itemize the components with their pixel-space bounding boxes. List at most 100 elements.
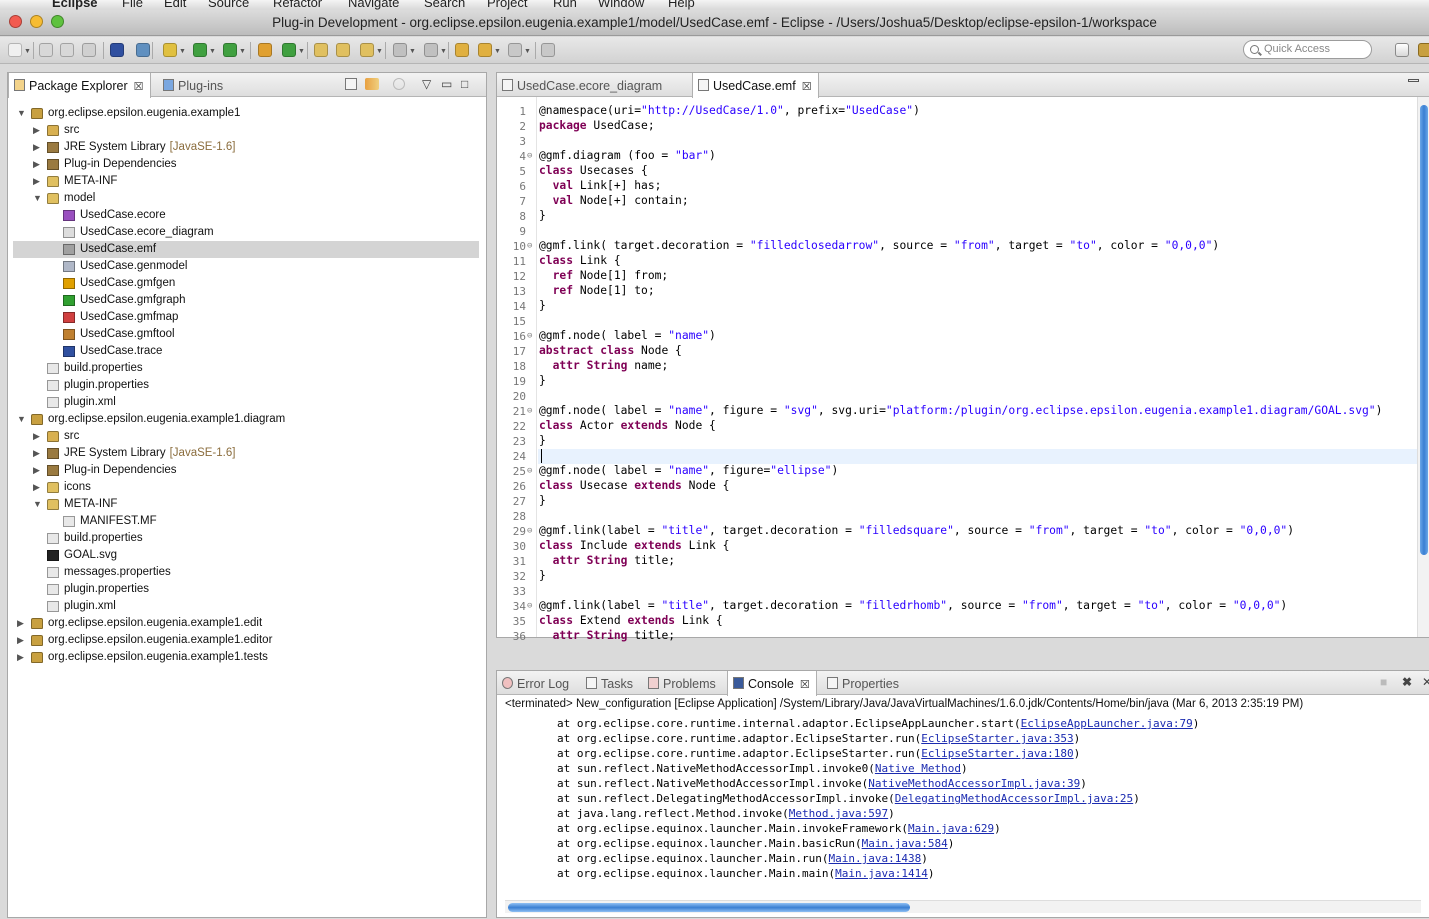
collapsed-twisty-icon[interactable]: ▶ (33, 428, 43, 445)
editor-scroll-thumb[interactable] (1420, 105, 1428, 555)
collapsed-twisty-icon[interactable]: ▶ (17, 649, 27, 666)
tab-properties[interactable]: Properties (822, 671, 905, 695)
tree-item[interactable]: plugin.properties (13, 581, 479, 598)
run-coverage-icon[interactable] (223, 43, 237, 57)
menu-item[interactable]: Eclipse (52, 0, 98, 10)
open-perspective-icon[interactable] (1395, 43, 1409, 57)
tree-item[interactable]: build.properties (13, 360, 479, 377)
dropdown-arrow-icon[interactable]: ▼ (376, 48, 383, 55)
collapsed-twisty-icon[interactable]: ▶ (17, 615, 27, 632)
pin-editor-icon[interactable] (541, 43, 555, 57)
minimize-view-icon[interactable]: ▭ (441, 77, 452, 91)
fold-toggle-icon[interactable]: ⊖ (527, 601, 532, 611)
remove-launch-icon[interactable]: ✖ (1402, 675, 1412, 689)
tab-plug-ins[interactable]: Plug-ins (158, 73, 229, 97)
console-output[interactable]: <terminated> New_configuration [Eclipse … (497, 695, 1429, 917)
tree-item[interactable]: build.properties (13, 530, 479, 547)
tree-item[interactable]: UsedCase.gmftool (13, 326, 479, 343)
tree-item[interactable]: UsedCase.ecore_diagram (13, 224, 479, 241)
tree-item[interactable]: ▼ model (13, 190, 479, 207)
collapse-all-icon[interactable] (345, 78, 357, 90)
run-icon[interactable] (193, 43, 207, 57)
dropdown-arrow-icon[interactable]: ▼ (409, 48, 416, 55)
maximize-view-icon[interactable]: □ (461, 77, 468, 91)
tree-item[interactable]: UsedCase.genmodel (13, 258, 479, 275)
dropdown-arrow-icon[interactable]: ▼ (179, 48, 186, 55)
fold-toggle-icon[interactable]: ⊖ (527, 466, 532, 476)
menu-item[interactable]: Edit (164, 0, 186, 10)
source-link[interactable]: Main.java:584 (862, 837, 948, 850)
collapsed-twisty-icon[interactable]: ▶ (33, 122, 43, 139)
source-link[interactable]: NativeMethodAccessorImpl.java:39 (868, 777, 1080, 790)
close-tab-icon[interactable]: ☒ (134, 81, 144, 93)
terminate-icon[interactable]: ■ (1380, 675, 1387, 689)
menu-item[interactable]: Help (668, 0, 695, 10)
tree-item[interactable]: UsedCase.gmfgraph (13, 292, 479, 309)
console-scroll-thumb[interactable] (508, 903, 910, 912)
run-external-icon[interactable] (110, 43, 124, 57)
code-editor[interactable]: 1 2 3 4 ⊖ 5 6 7 8 9 10 ⊖ 11 12 13 14 15 16 ⊖ 17 18 19 20 21 ⊖ 22 2… (497, 97, 1429, 643)
tree-item[interactable]: UsedCase.gmfmap (13, 309, 479, 326)
fold-toggle-icon[interactable]: ⊖ (527, 241, 532, 251)
source-link[interactable]: Native Method (875, 762, 961, 775)
plugin-perspective-icon[interactable] (1418, 43, 1429, 57)
tree-item[interactable]: ▶ JRE System Library [JavaSE-1.6] (13, 445, 479, 462)
tree-item[interactable]: ▶ org.eclipse.epsilon.eugenia.example1.ed… (13, 615, 479, 632)
source-link[interactable]: Method.java:597 (789, 807, 888, 820)
dropdown-arrow-icon[interactable]: ▼ (24, 48, 31, 55)
source-link[interactable]: Main.java:629 (908, 822, 994, 835)
tree-item[interactable]: GOAL.svg (13, 547, 479, 564)
tree-item[interactable]: plugin.xml (13, 394, 479, 411)
source-link[interactable]: EclipseStarter.java:353 (921, 732, 1073, 745)
source-link[interactable]: Main.java:1438 (829, 852, 922, 865)
tree-item[interactable]: ▼ META-INF (13, 496, 479, 513)
tab-console[interactable]: Console ☒ (727, 671, 817, 696)
tree-item[interactable]: ▶ Plug-in Dependencies (13, 156, 479, 173)
menu-item[interactable]: Source (208, 0, 249, 10)
tree-item[interactable]: ▶ META-INF (13, 173, 479, 190)
tree-item[interactable]: ▶ org.eclipse.epsilon.eugenia.example1.ed… (13, 632, 479, 649)
dropdown-arrow-icon[interactable]: ▼ (524, 48, 531, 55)
tree-item[interactable]: UsedCase.trace (13, 343, 479, 360)
close-tab-icon[interactable]: ☒ (802, 81, 812, 93)
fold-toggle-icon[interactable]: ⊖ (527, 151, 532, 161)
new-plugin-icon[interactable] (258, 43, 272, 57)
fold-toggle-icon[interactable]: ⊖ (527, 331, 532, 341)
collapsed-twisty-icon[interactable]: ▶ (33, 139, 43, 156)
focus-icon[interactable] (393, 78, 405, 90)
source-link[interactable]: DelegatingMethodAccessorImpl.java:25 (895, 792, 1133, 805)
skip-breakpoints-icon[interactable] (136, 43, 150, 57)
console-horizontal-scrollbar[interactable] (505, 900, 1421, 913)
menu-item[interactable]: Project (487, 0, 527, 10)
tree-item[interactable]: UsedCase.emf (13, 241, 479, 258)
dropdown-arrow-icon[interactable]: ▼ (239, 48, 246, 55)
collapsed-twisty-icon[interactable]: ▶ (33, 156, 43, 173)
tree-item[interactable]: UsedCase.gmfgen (13, 275, 479, 292)
minimize-editor-icon[interactable] (1408, 79, 1419, 82)
expanded-twisty-icon[interactable]: ▼ (17, 411, 27, 428)
new-icon[interactable] (8, 43, 22, 57)
tab-usedcase-ecore-diagram[interactable]: UsedCase.ecore_diagram (497, 73, 668, 97)
link-with-editor-icon[interactable] (365, 78, 379, 90)
back-icon[interactable] (478, 43, 492, 57)
dropdown-arrow-icon[interactable]: ▼ (209, 48, 216, 55)
tab-problems[interactable]: Problems (643, 671, 722, 695)
menu-item[interactable]: File (122, 0, 143, 10)
menu-item[interactable]: Navigate (348, 0, 399, 10)
expanded-twisty-icon[interactable]: ▼ (33, 190, 43, 207)
tree-item[interactable]: ▼ org.eclipse.epsilon.eugenia.example1.di… (13, 411, 479, 428)
tab-usedcase-emf[interactable]: UsedCase.emf ☒ (692, 73, 819, 98)
editor-vertical-scrollbar[interactable] (1417, 97, 1429, 637)
tree-item[interactable]: ▶ src (13, 122, 479, 139)
tree-item[interactable]: plugin.xml (13, 598, 479, 615)
menu-item[interactable]: Window (598, 0, 644, 10)
collapsed-twisty-icon[interactable]: ▶ (17, 632, 27, 649)
view-menu-icon[interactable]: ▽ (422, 77, 431, 91)
last-edit-icon[interactable] (455, 43, 469, 57)
menu-item[interactable]: Search (424, 0, 465, 10)
debug-icon[interactable] (163, 43, 177, 57)
tree-item[interactable]: MANIFEST.MF (13, 513, 479, 530)
expanded-twisty-icon[interactable]: ▼ (33, 496, 43, 513)
save-icon[interactable] (39, 43, 53, 57)
quick-access-input[interactable]: Quick Access (1243, 40, 1372, 59)
